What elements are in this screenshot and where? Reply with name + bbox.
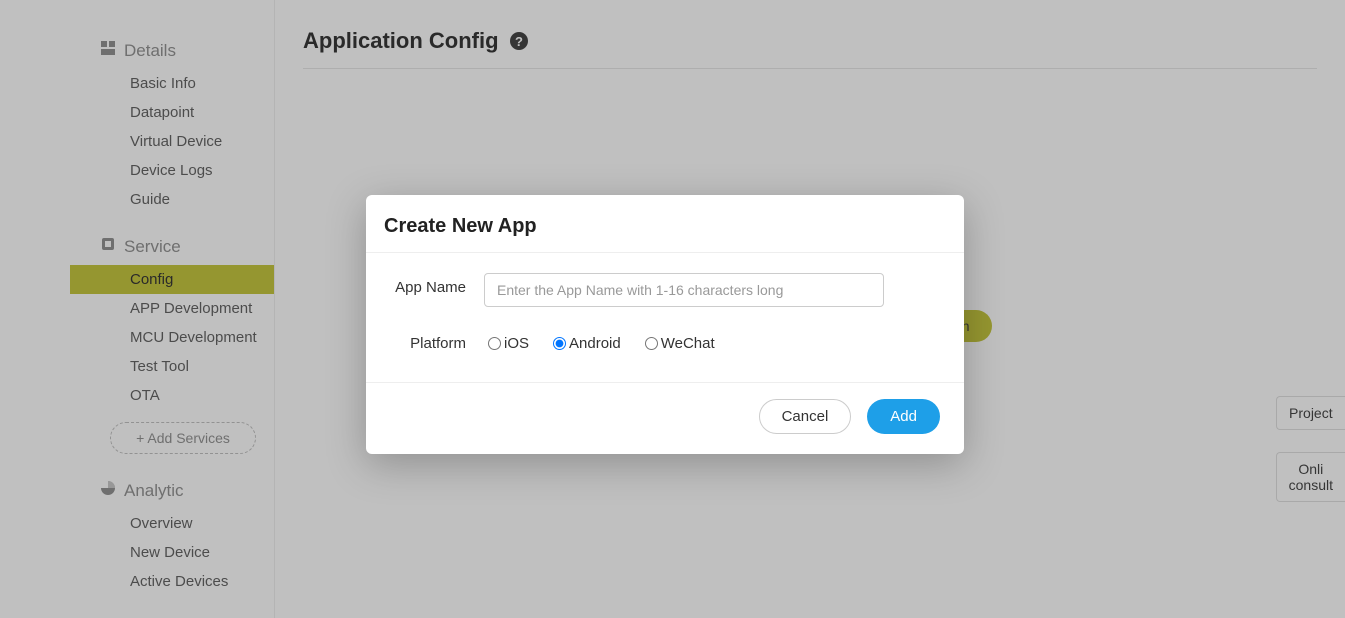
- platform-radio-group: iOS Android WeChat: [484, 329, 940, 352]
- platform-radio-wechat-input[interactable]: [645, 337, 658, 350]
- platform-radio-android[interactable]: Android: [553, 335, 621, 352]
- app-name-input[interactable]: [484, 273, 884, 307]
- platform-label: Platform: [390, 329, 484, 354]
- add-button[interactable]: Add: [867, 399, 940, 434]
- cancel-button[interactable]: Cancel: [759, 399, 852, 434]
- app-name-label: App Name: [390, 273, 484, 307]
- platform-radio-ios[interactable]: iOS: [488, 335, 529, 352]
- modal-footer: Cancel Add: [366, 383, 964, 454]
- modal-body: App Name Platform iOS Android: [366, 253, 964, 383]
- platform-radio-android-input[interactable]: [553, 337, 566, 350]
- form-row-app-name: App Name: [390, 273, 940, 307]
- create-new-app-modal: Create New App App Name Platform iOS And…: [366, 195, 964, 454]
- modal-header: Create New App: [366, 195, 964, 253]
- platform-radio-wechat[interactable]: WeChat: [645, 335, 715, 352]
- platform-radio-ios-input[interactable]: [488, 337, 501, 350]
- modal-title: Create New App: [384, 215, 940, 238]
- form-row-platform: Platform iOS Android WeChat: [390, 329, 940, 354]
